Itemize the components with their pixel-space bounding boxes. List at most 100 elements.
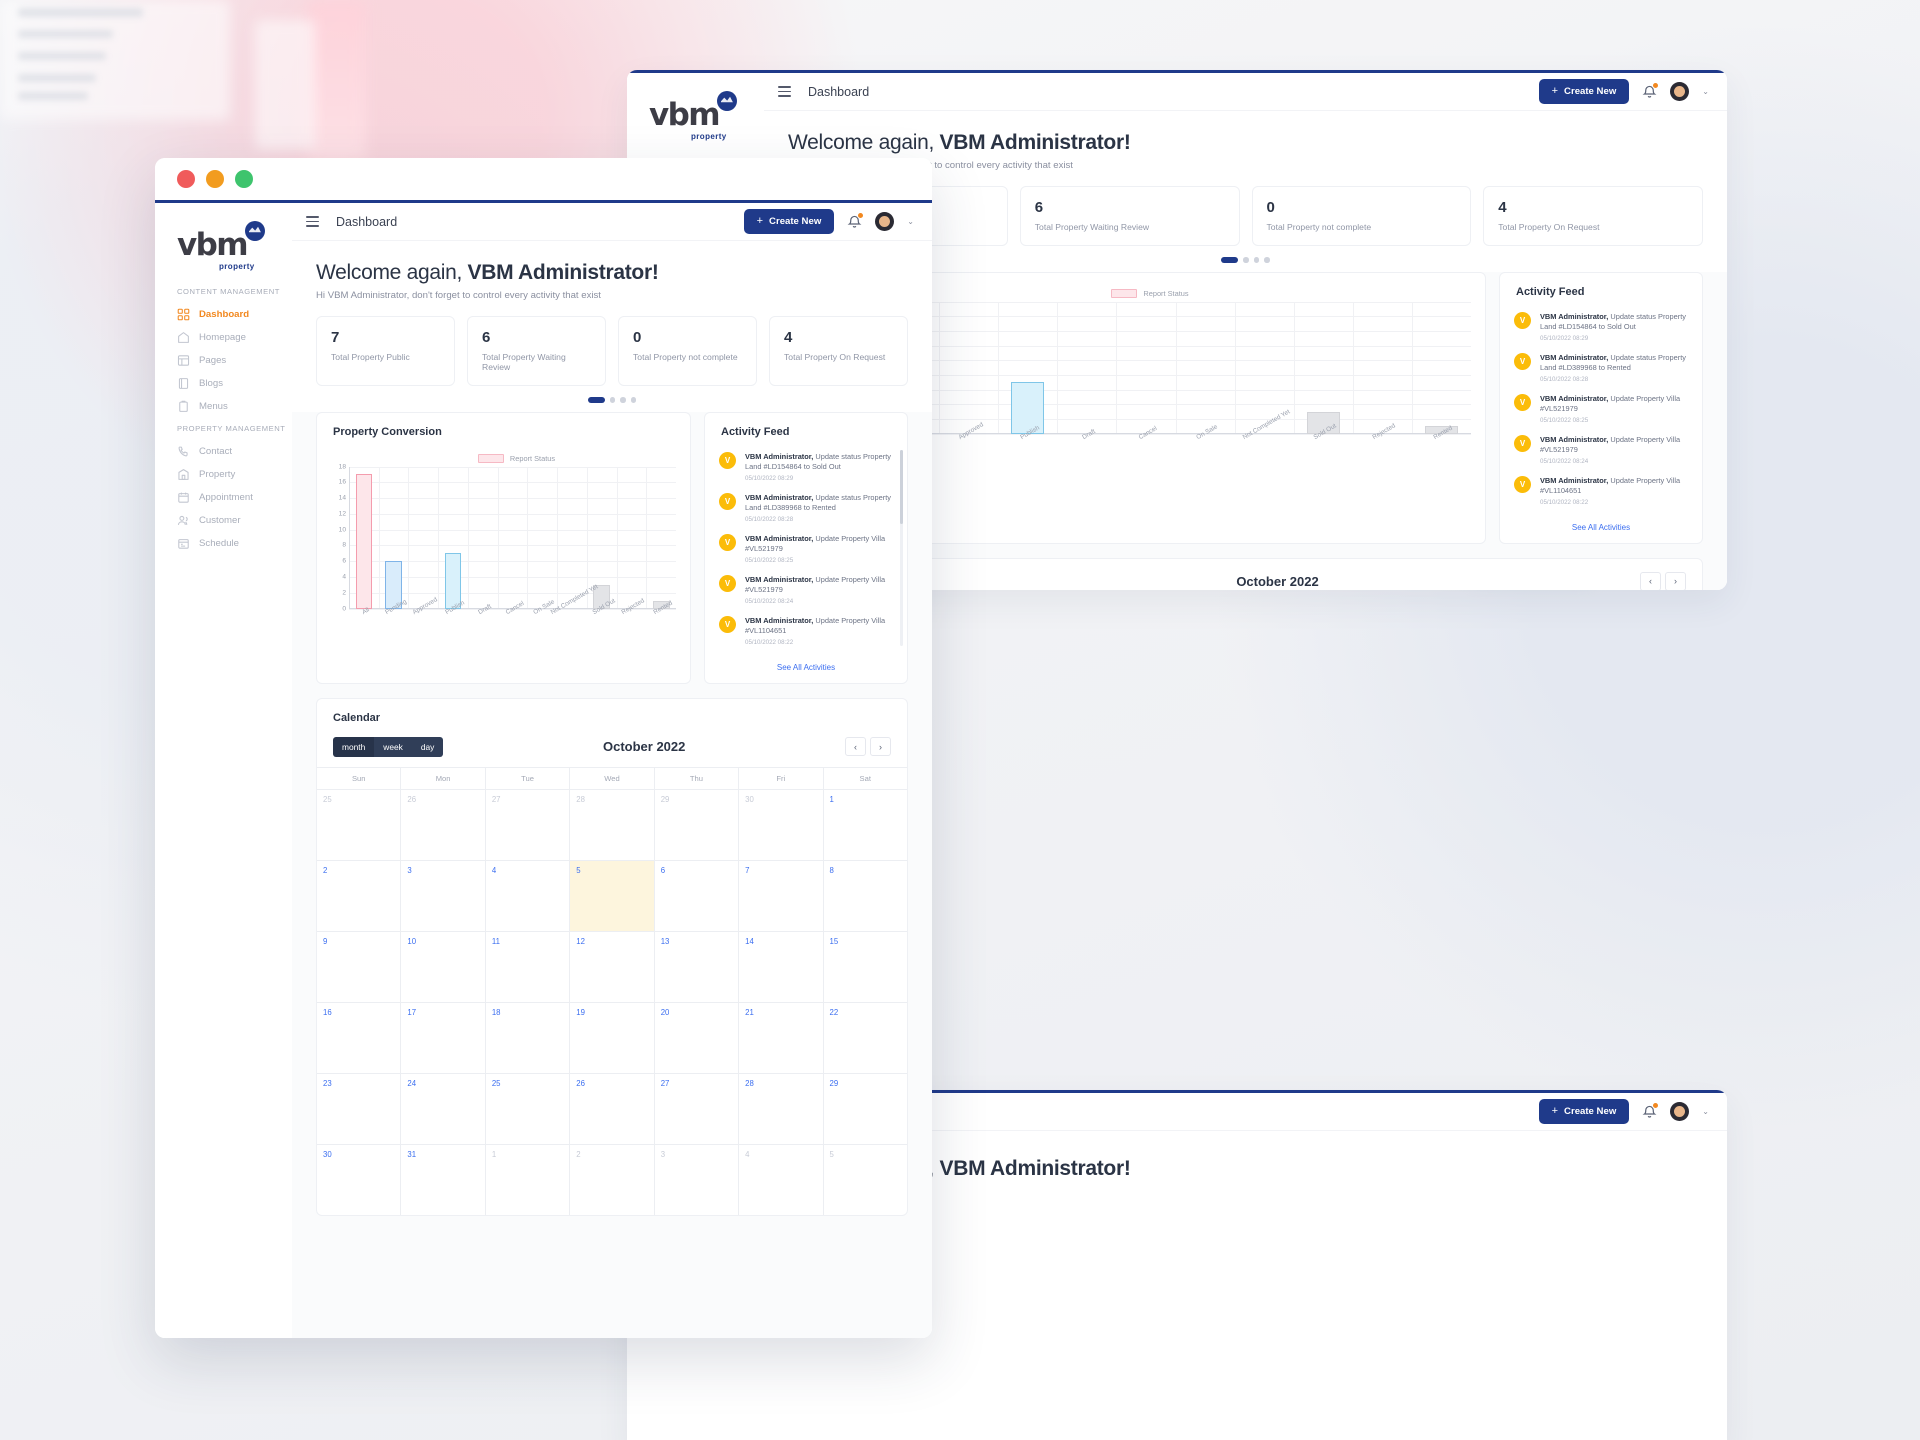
chart-bar-slot[interactable]: [617, 467, 647, 609]
see-all-activities-link[interactable]: See All Activities: [1500, 516, 1702, 543]
calendar-day-cell[interactable]: 5: [570, 859, 655, 931]
sidebar-item-blogs[interactable]: Blogs: [155, 372, 292, 395]
calendar-day-cell[interactable]: 20: [654, 1001, 740, 1073]
calendar-day-cell[interactable]: 30: [739, 788, 824, 860]
sidebar-item-pages[interactable]: Pages: [155, 349, 292, 372]
calendar-next-button[interactable]: ›: [1665, 571, 1686, 590]
sidebar-item-customer[interactable]: Customer: [155, 509, 292, 532]
activity-feed-item[interactable]: V VBM Administrator, Update status Proper…: [1514, 348, 1694, 389]
activity-feed-item[interactable]: V VBM Administrator, Update Property Vill…: [719, 611, 899, 652]
carousel-dot-1[interactable]: [587, 397, 605, 403]
calendar-day-cell[interactable]: 5: [823, 1143, 907, 1215]
activity-feed-list[interactable]: V VBM Administrator, Update status Proper…: [705, 438, 907, 656]
sidebar-item-menus[interactable]: Menus: [155, 395, 292, 418]
calendar-day-cell[interactable]: 30: [317, 1143, 402, 1215]
chart-bar-slot[interactable]: [1116, 302, 1175, 434]
calendar-day-cell[interactable]: 3: [654, 1143, 740, 1215]
calendar-day-cell[interactable]: 7: [739, 859, 824, 931]
carousel-dot-4[interactable]: [630, 397, 637, 403]
menu-toggle-button[interactable]: [306, 216, 319, 227]
activity-feed-item[interactable]: V VBM Administrator, Update status Proper…: [719, 447, 899, 488]
calendar-day-cell[interactable]: 29: [823, 1072, 907, 1144]
feed-scrollbar-thumb[interactable]: [900, 449, 903, 525]
notifications-button[interactable]: [1642, 1102, 1660, 1119]
chart-bar-slot[interactable]: [468, 467, 498, 609]
calendar-day-cell[interactable]: 27: [485, 788, 571, 860]
chart-bar-slot[interactable]: [379, 467, 409, 609]
stat-card-total-property-not-complete[interactable]: 0 Total Property not complete: [618, 316, 757, 386]
chevron-down-icon[interactable]: ⌄: [1702, 87, 1709, 96]
calendar-day-cell[interactable]: 4: [739, 1143, 824, 1215]
carousel-dot[interactable]: [1253, 257, 1260, 263]
calendar-day-cell[interactable]: 1: [823, 788, 907, 860]
calendar-day-cell[interactable]: 4: [485, 859, 571, 931]
avatar[interactable]: [1670, 82, 1690, 101]
chart-bar-slot[interactable]: [438, 467, 468, 609]
close-button[interactable]: [177, 170, 195, 188]
stat-card-total-property-waiting-review[interactable]: 6 Total Property Waiting Review: [467, 316, 606, 386]
sidebar-item-dashboard[interactable]: Dashboard: [155, 303, 292, 326]
avatar[interactable]: [1670, 1102, 1690, 1121]
stat-card[interactable]: 4 Total Property On Request: [1483, 186, 1703, 246]
chevron-down-icon[interactable]: ⌄: [1702, 1107, 1709, 1116]
zoom-button[interactable]: [235, 170, 253, 188]
chart-bar-slot[interactable]: [527, 467, 557, 609]
carousel-dot[interactable]: [1264, 257, 1270, 263]
calendar-day-cell[interactable]: 6: [654, 859, 740, 931]
activity-feed-item[interactable]: V VBM Administrator, Update status Proper…: [719, 488, 899, 529]
carousel-dot-2[interactable]: [609, 397, 616, 403]
calendar-day-cell[interactable]: 18: [485, 1001, 571, 1073]
calendar-day-cell[interactable]: 25: [485, 1072, 571, 1144]
create-new-button[interactable]: + Create New: [1538, 1099, 1630, 1124]
chart-bar-slot[interactable]: [1294, 302, 1353, 434]
scroll-area[interactable]: Welcome again, VBM Administrator! Hi VBM…: [292, 241, 932, 1338]
calendar-view-switcher[interactable]: month week day: [333, 736, 444, 757]
activity-feed-item[interactable]: V VBM Administrator, Update Property Vill…: [1514, 430, 1694, 471]
calendar-day-cell[interactable]: 31: [401, 1143, 486, 1215]
calendar-day-cell[interactable]: 14: [739, 930, 824, 1002]
sidebar-item-property[interactable]: Property: [155, 463, 292, 486]
calendar-day-cell[interactable]: 24: [401, 1072, 486, 1144]
notifications-button[interactable]: [847, 212, 865, 229]
calendar-prev-button[interactable]: ‹: [845, 737, 866, 757]
calendar-next-button[interactable]: ›: [870, 737, 891, 757]
calendar-day-cell[interactable]: 1: [485, 1143, 571, 1215]
activity-feed-item[interactable]: V VBM Administrator, Update Property Vill…: [719, 570, 899, 611]
chevron-down-icon[interactable]: ⌄: [907, 217, 914, 226]
calendar-day-cell[interactable]: 19: [570, 1001, 655, 1073]
calendar-day-cell[interactable]: 11: [485, 930, 571, 1002]
activity-feed-item[interactable]: V VBM Administrator, Update status Proper…: [1514, 307, 1694, 348]
calendar-day-cell[interactable]: 8: [823, 859, 907, 931]
calendar-day-cell[interactable]: 29: [654, 788, 740, 860]
stat-card-total-property-public[interactable]: 7 Total Property Public: [316, 316, 455, 386]
notifications-button[interactable]: [1642, 82, 1660, 99]
chart-bar-slot[interactable]: [557, 467, 587, 609]
stat-card[interactable]: 6 Total Property Waiting Review: [1019, 186, 1240, 246]
calendar-day-cell[interactable]: 26: [401, 788, 486, 860]
menu-toggle-button[interactable]: [778, 86, 791, 97]
chart-bar[interactable]: [1011, 382, 1045, 434]
activity-feed-list-back[interactable]: V VBM Administrator, Update status Proper…: [1500, 298, 1702, 516]
chart-bar[interactable]: [355, 474, 373, 609]
calendar-grid[interactable]: Sun Mon Tue Wed Thu Fri Sat 25 26 27 28 29 30 1 2 3 4 5 6 7…: [317, 766, 907, 1215]
calendar-prev-button[interactable]: ‹: [1640, 571, 1661, 590]
carousel-dot[interactable]: [1221, 257, 1239, 263]
calendar-view-day[interactable]: day: [411, 736, 444, 757]
chart-bar-slot[interactable]: [1412, 302, 1471, 434]
calendar-day-cell[interactable]: 12: [570, 930, 655, 1002]
chart-bar-slot[interactable]: [939, 302, 998, 434]
carousel-dots[interactable]: [316, 386, 908, 412]
chart-bar-slot[interactable]: [408, 467, 438, 609]
sidebar-item-schedule[interactable]: Schedule: [155, 532, 292, 555]
chart-bar-slot[interactable]: [646, 467, 676, 609]
foreground-window-dashboard[interactable]: vbm property CONTENT MANAGEMENT Dashboard…: [155, 158, 932, 1338]
avatar[interactable]: [875, 212, 895, 231]
calendar-day-cell[interactable]: 13: [654, 930, 740, 1002]
calendar-day-cell[interactable]: 2: [317, 859, 402, 931]
calendar-day-cell[interactable]: 21: [739, 1001, 824, 1073]
calendar-day-cell[interactable]: 15: [823, 930, 907, 1002]
calendar-day-cell[interactable]: 27: [654, 1072, 740, 1144]
calendar-day-cell[interactable]: 23: [317, 1072, 402, 1144]
chart-bar-slot[interactable]: [498, 467, 528, 609]
chart-bar-slot[interactable]: [998, 302, 1057, 434]
